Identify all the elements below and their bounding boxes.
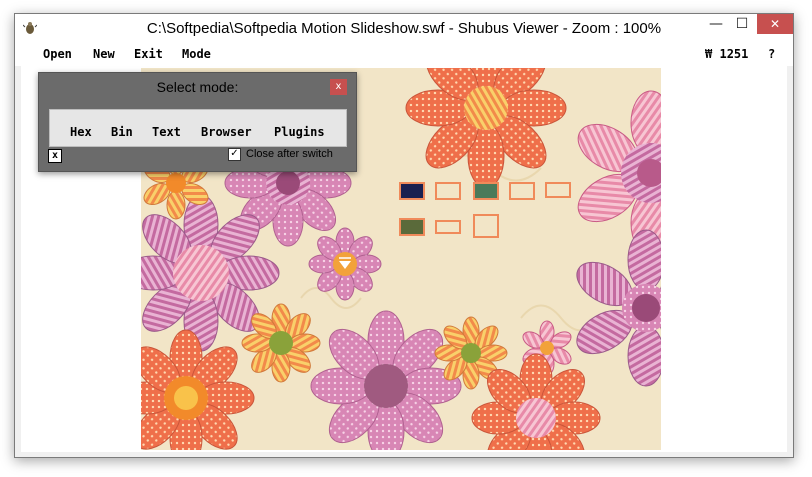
maximize-button[interactable]: ☐ (729, 14, 755, 34)
thumbnail-5[interactable] (545, 182, 571, 198)
dialog-close-button[interactable]: x (330, 79, 347, 95)
menu-new[interactable]: New (93, 47, 115, 61)
window-title: C:\Softpedia\Softpedia Motion Slideshow.… (146, 20, 662, 37)
help-menu[interactable]: ? (768, 47, 775, 61)
thumbnail-8[interactable] (473, 214, 499, 238)
thumbnail-1[interactable] (399, 182, 425, 200)
thumbnail-3[interactable] (473, 182, 499, 200)
mode-button-panel: Hex Bin Text Browser Plugins (49, 109, 347, 147)
thumbnail-7[interactable] (435, 220, 461, 234)
mode-hex-button[interactable]: Hex (70, 125, 92, 139)
menu-mode[interactable]: Mode (182, 47, 211, 61)
menu-open[interactable]: Open (43, 47, 72, 61)
counter-readout: ₩ 1251 (705, 47, 748, 61)
mode-text-button[interactable]: Text (152, 125, 181, 139)
thumbnail-4[interactable] (509, 182, 535, 200)
close-after-switch-checkbox[interactable]: ✓ (228, 148, 241, 161)
menu-exit[interactable]: Exit (134, 47, 163, 61)
mode-plugins-button[interactable]: Plugins (274, 125, 325, 139)
thumbnail-2[interactable] (435, 182, 461, 200)
close-after-switch-label: Close after switch (246, 148, 333, 160)
thumbnail-6[interactable] (399, 218, 425, 236)
menu-bar: Open New Exit Mode ₩ 1251 ? (15, 44, 793, 66)
won-icon: ₩ (705, 47, 713, 61)
title-bar[interactable]: C:\Softpedia\Softpedia Motion Slideshow.… (15, 14, 793, 44)
mode-browser-button[interactable]: Browser (201, 125, 252, 139)
select-mode-dialog: Select mode: x Hex Bin Text Browser Plug… (38, 72, 357, 172)
dialog-title: Select mode: (156, 79, 239, 95)
mode-bin-button[interactable]: Bin (111, 125, 133, 139)
dialog-x-button[interactable]: x (48, 149, 62, 163)
minimize-button[interactable]: — (703, 14, 729, 34)
counter-value: 1251 (719, 47, 749, 61)
close-button[interactable]: ✕ (757, 14, 793, 34)
